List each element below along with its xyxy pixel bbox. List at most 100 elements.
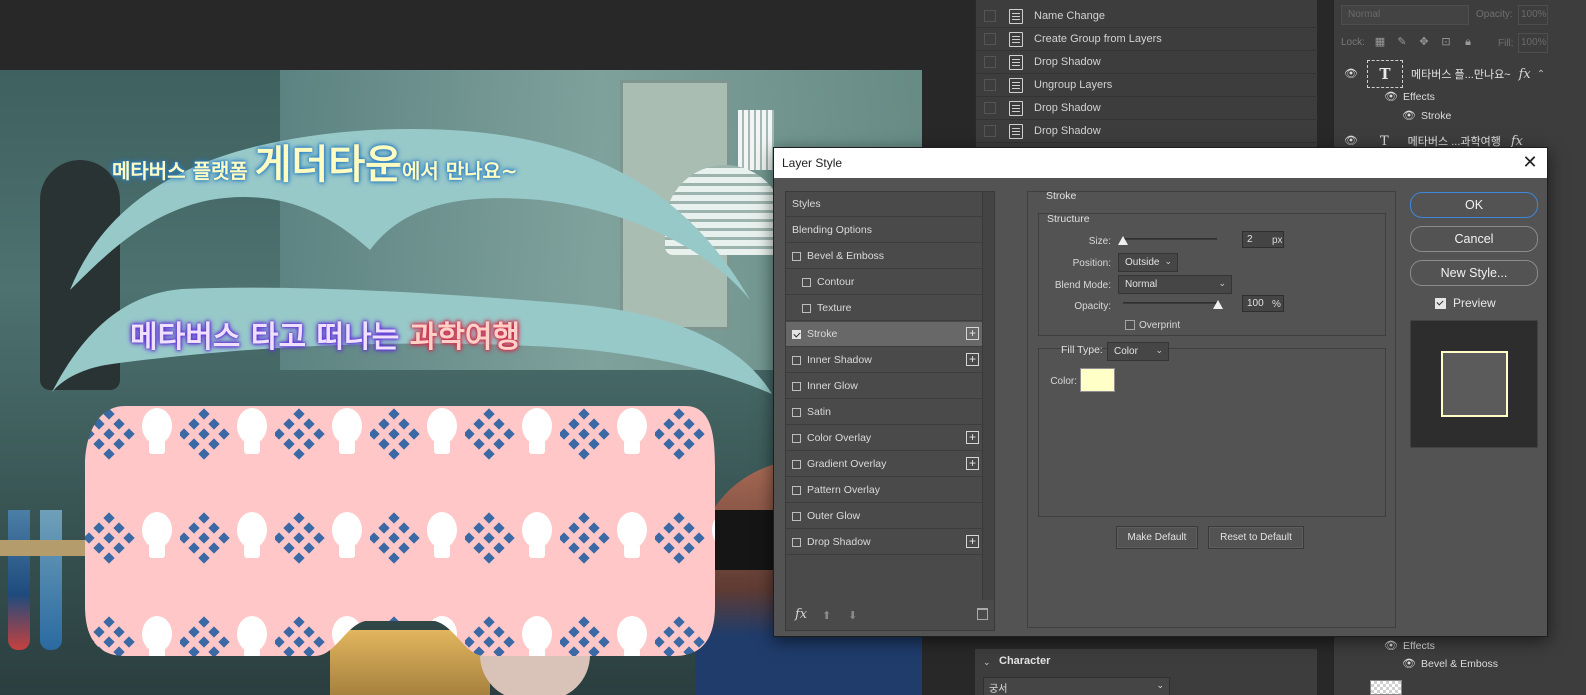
- history-item[interactable]: Drop Shadow: [976, 51, 1318, 74]
- styles-header[interactable]: Styles: [786, 192, 983, 217]
- texture-checkbox[interactable]: [802, 303, 811, 313]
- character-panel-title[interactable]: Character: [999, 655, 1050, 667]
- history-item[interactable]: Ungroup Layers: [976, 74, 1318, 97]
- position-select[interactable]: Outside ⌄: [1118, 253, 1178, 272]
- overprint-checkbox[interactable]: [1125, 320, 1135, 330]
- add-effect-fx-icon[interactable]: fx: [795, 607, 807, 622]
- lock-image-pixels-icon[interactable]: ✎: [1396, 36, 1408, 48]
- make-default-button[interactable]: Make Default: [1116, 526, 1198, 549]
- opacity-slider-thumb[interactable]: [1213, 300, 1223, 309]
- stroke-color-swatch[interactable]: [1080, 368, 1115, 392]
- style-item-texture[interactable]: Texture: [786, 296, 983, 321]
- layer-effect-stroke-row[interactable]: 👁︎ Stroke: [1334, 108, 1586, 124]
- add-gradient-overlay-plus-icon[interactable]: +: [966, 457, 979, 470]
- inner-shadow-checkbox[interactable]: [792, 355, 801, 365]
- history-snapshot-checkbox[interactable]: [984, 102, 996, 114]
- history-item[interactable]: Create Group from Layers: [976, 28, 1318, 51]
- collapse-chevron-icon[interactable]: ⌄: [983, 657, 991, 668]
- layer-blend-mode-select[interactable]: Normal: [1341, 5, 1469, 25]
- font-family-select[interactable]: 궁서 ⌄: [983, 677, 1170, 695]
- add-color-overlay-plus-icon[interactable]: +: [966, 431, 979, 444]
- headline-science-trip: 메타버스 타고 떠나는 과학여행: [130, 320, 521, 355]
- history-item[interactable]: Drop Shadow: [976, 120, 1318, 143]
- pattern-overlay-checkbox[interactable]: [792, 485, 801, 495]
- style-item-color-overlay[interactable]: Color Overlay +: [786, 426, 983, 451]
- history-item[interactable]: Name Change: [976, 5, 1318, 28]
- preview-toggle[interactable]: Preview: [1435, 296, 1496, 310]
- reset-to-default-button[interactable]: Reset to Default: [1208, 526, 1304, 549]
- new-style-button[interactable]: New Style...: [1410, 260, 1538, 286]
- ok-button[interactable]: OK: [1410, 192, 1538, 218]
- history-snapshot-checkbox[interactable]: [984, 56, 996, 68]
- trash-icon[interactable]: [977, 608, 988, 620]
- layer-effect-bevel-row[interactable]: 👁︎ Bevel & Emboss: [1334, 656, 1586, 672]
- outer-glow-checkbox[interactable]: [792, 511, 801, 521]
- layer-effects-fx-icon[interactable]: fx: [1519, 67, 1531, 82]
- style-item-outer-glow[interactable]: Outer Glow: [786, 504, 983, 529]
- style-item-label: Drop Shadow: [807, 536, 871, 548]
- visibility-eye-icon[interactable]: 👁︎: [1344, 69, 1358, 80]
- layer-effects-row[interactable]: 👁︎ Effects: [1334, 638, 1586, 654]
- fill-type-select[interactable]: Color ⌄: [1107, 342, 1169, 361]
- color-overlay-checkbox[interactable]: [792, 433, 801, 443]
- lock-artboard-icon[interactable]: ⊡: [1440, 36, 1452, 48]
- dialog-titlebar[interactable]: Layer Style ✕: [774, 148, 1547, 178]
- history-snapshot-checkbox[interactable]: [984, 33, 996, 45]
- contour-checkbox[interactable]: [802, 277, 811, 287]
- fill-input[interactable]: 100%: [1518, 33, 1548, 53]
- expand-effects-chevron-icon[interactable]: ⌃: [1537, 69, 1545, 80]
- color-label: Color:: [1050, 376, 1077, 387]
- layer-name[interactable]: 메타버스 플...만나요~: [1411, 66, 1511, 82]
- opacity-slider-track[interactable]: [1123, 302, 1217, 304]
- history-panel: Name Change Create Group from Layers Dro…: [975, 0, 1318, 148]
- style-item-label: Pattern Overlay: [807, 484, 880, 496]
- visibility-eye-icon[interactable]: 👁︎: [1344, 136, 1358, 147]
- move-up-arrow-icon[interactable]: ⬆: [822, 609, 831, 622]
- inner-glow-checkbox[interactable]: [792, 381, 801, 391]
- move-down-arrow-icon[interactable]: ⬇: [848, 609, 857, 622]
- blend-mode-select[interactable]: Normal ⌄: [1118, 275, 1232, 294]
- font-family-value: 궁서: [989, 684, 1008, 695]
- stroke-visibility-eye-icon[interactable]: 👁︎: [1402, 111, 1416, 122]
- gradient-overlay-checkbox[interactable]: [792, 459, 801, 469]
- stroke-checkbox[interactable]: [792, 329, 801, 339]
- layer-row-text-1[interactable]: 👁︎ T 메타버스 플...만나요~ fx ⌃: [1334, 58, 1586, 90]
- lock-position-icon[interactable]: ✥: [1418, 36, 1430, 48]
- add-drop-shadow-plus-icon[interactable]: +: [966, 535, 979, 548]
- lock-all-icon[interactable]: 🔒︎: [1462, 36, 1474, 48]
- drop-shadow-checkbox[interactable]: [792, 537, 801, 547]
- bevel-emboss-checkbox[interactable]: [792, 251, 801, 261]
- style-item-gradient-overlay[interactable]: Gradient Overlay +: [786, 452, 983, 477]
- add-stroke-plus-icon[interactable]: +: [966, 327, 979, 340]
- styles-scrollbar[interactable]: [982, 192, 994, 600]
- style-item-satin[interactable]: Satin: [786, 400, 983, 425]
- style-item-inner-shadow[interactable]: Inner Shadow +: [786, 348, 983, 373]
- opacity-label: Opacity:: [1074, 301, 1111, 312]
- layer-effects-row[interactable]: 👁︎ Effects: [1334, 89, 1586, 105]
- effects-visibility-eye-icon[interactable]: 👁︎: [1384, 641, 1398, 652]
- bevel-visibility-eye-icon[interactable]: 👁︎: [1402, 659, 1416, 670]
- history-snapshot-checkbox[interactable]: [984, 79, 996, 91]
- style-item-bevel-emboss[interactable]: Bevel & Emboss: [786, 244, 983, 269]
- style-item-pattern-overlay[interactable]: Pattern Overlay: [786, 478, 983, 503]
- style-item-stroke[interactable]: Stroke +: [786, 322, 983, 347]
- history-snapshot-checkbox[interactable]: [984, 10, 996, 22]
- size-slider-track[interactable]: [1123, 238, 1217, 240]
- history-snapshot-checkbox[interactable]: [984, 125, 996, 137]
- layer-opacity-input[interactable]: 100%: [1518, 5, 1548, 25]
- style-item-inner-glow[interactable]: Inner Glow: [786, 374, 983, 399]
- cancel-button[interactable]: Cancel: [1410, 226, 1538, 252]
- style-item-contour[interactable]: Contour: [786, 270, 983, 295]
- add-inner-shadow-plus-icon[interactable]: +: [966, 353, 979, 366]
- satin-checkbox[interactable]: [792, 407, 801, 417]
- blend-mode-label: Blend Mode:: [1054, 280, 1111, 291]
- close-icon[interactable]: ✕: [1521, 153, 1539, 171]
- lock-transparent-pixels-icon[interactable]: ▦: [1374, 36, 1386, 48]
- effects-visibility-eye-icon[interactable]: 👁︎: [1384, 92, 1398, 103]
- size-slider-thumb[interactable]: [1118, 236, 1128, 245]
- history-item[interactable]: Drop Shadow: [976, 97, 1318, 120]
- preview-checkbox[interactable]: [1435, 297, 1446, 309]
- blending-options-item[interactable]: Blending Options: [786, 218, 983, 243]
- preview-label: Preview: [1453, 296, 1496, 310]
- style-item-drop-shadow[interactable]: Drop Shadow +: [786, 530, 983, 555]
